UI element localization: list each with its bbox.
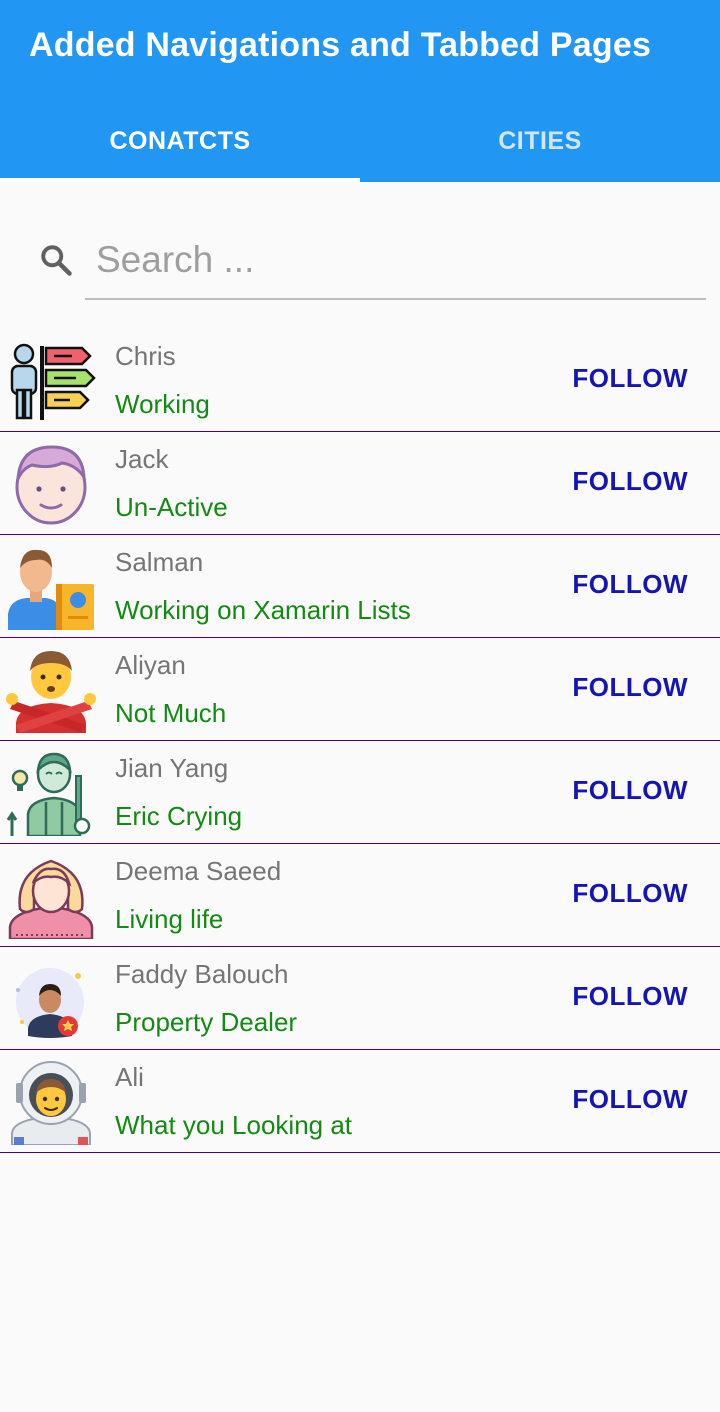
follow-button[interactable]: FOLLOW	[572, 466, 688, 497]
search-bar	[0, 210, 720, 302]
app-title: Added Navigations and Tabbed Pages	[29, 26, 652, 64]
contact-status: Eric Crying	[115, 801, 243, 831]
boy-face-avatar	[15, 445, 87, 525]
signpost-person-avatar	[10, 343, 96, 420]
contact-name: Jian Yang	[115, 753, 229, 783]
man-with-ideas-avatar	[6, 752, 91, 836]
contact-status: What you Looking at	[115, 1110, 353, 1140]
man-with-book-avatar	[8, 549, 94, 630]
follow-button[interactable]: FOLLOW	[572, 1084, 688, 1115]
tab-contacts[interactable]: CONATCTS	[0, 100, 360, 182]
list-item[interactable]: Jack Un-Active FOLLOW	[0, 432, 720, 535]
list-item[interactable]: Ali What you Looking at FOLLOW	[0, 1050, 720, 1153]
search-input[interactable]	[96, 232, 696, 288]
contact-status: Living life	[115, 904, 224, 934]
follow-button[interactable]: FOLLOW	[572, 363, 688, 394]
app-bar: Added Navigations and Tabbed Pages CONAT…	[0, 0, 720, 182]
tab-selected-indicator	[0, 178, 360, 182]
contact-name: Chris	[115, 341, 176, 371]
contact-name: Ali	[115, 1062, 144, 1092]
search-underline	[85, 298, 706, 300]
contact-name: Aliyan	[115, 650, 186, 680]
contact-status: Not Much	[115, 698, 227, 728]
tab-cities[interactable]: CITIES	[360, 100, 720, 182]
contact-name: Deema Saeed	[115, 856, 282, 886]
follow-button[interactable]: FOLLOW	[572, 569, 688, 600]
list-item[interactable]: Faddy Balouch Property Dealer FOLLOW	[0, 947, 720, 1050]
list-item[interactable]: Chris Working FOLLOW	[0, 329, 720, 432]
search-icon[interactable]	[38, 242, 74, 278]
list-item[interactable]: Salman Working on Xamarin Lists FOLLOW	[0, 535, 720, 638]
list-item[interactable]: Aliyan Not Much FOLLOW	[0, 638, 720, 741]
contact-name: Jack	[115, 444, 169, 474]
follow-button[interactable]: FOLLOW	[572, 981, 688, 1012]
contact-name: Salman	[115, 547, 204, 577]
follow-button[interactable]: FOLLOW	[572, 878, 688, 909]
contact-status: Working	[115, 389, 210, 419]
list-item[interactable]: Deema Saeed Living life FOLLOW	[0, 844, 720, 947]
contact-status: Property Dealer	[115, 1007, 298, 1037]
list-item[interactable]: Jian Yang Eric Crying FOLLOW	[0, 741, 720, 844]
woman-avatar	[8, 859, 94, 939]
contacts-list: Chris Working FOLLOW Jack Un-Active FOLL…	[0, 329, 720, 1153]
follow-button[interactable]: FOLLOW	[572, 672, 688, 703]
person-gesturing-no-avatar	[6, 651, 96, 733]
contact-status: Un-Active	[115, 492, 228, 522]
contact-name: Faddy Balouch	[115, 959, 289, 989]
man-with-badge-avatar	[16, 968, 84, 1038]
astronaut-avatar	[11, 1061, 91, 1145]
contact-status: Working on Xamarin Lists	[115, 595, 411, 625]
follow-button[interactable]: FOLLOW	[572, 775, 688, 806]
